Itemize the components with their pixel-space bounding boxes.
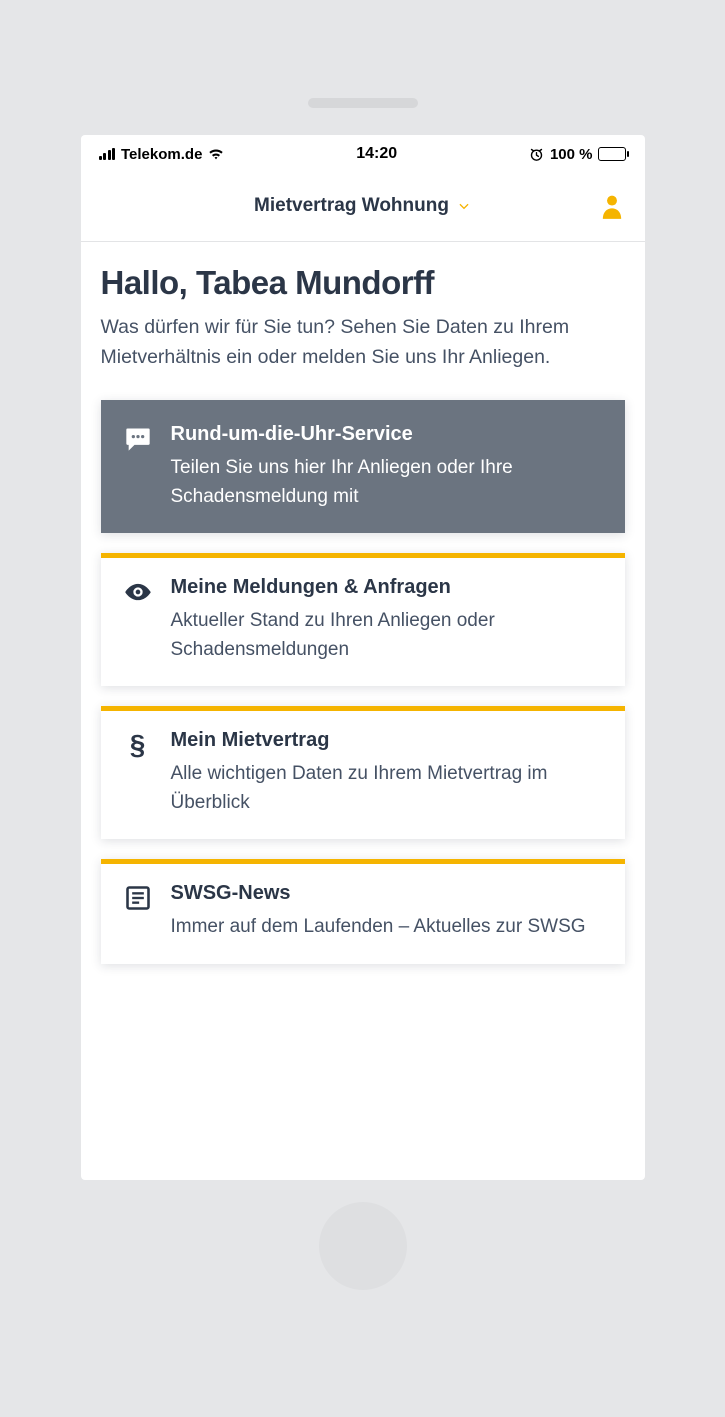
chat-icon [121,423,155,511]
home-button[interactable] [319,1202,407,1290]
cards-list: Rund-um-die-Uhr-Service Teilen Sie uns h… [101,400,625,964]
carrier-label: Telekom.de [121,146,202,163]
greeting-title: Hallo, Tabea Mundorff [101,264,625,302]
eye-icon [121,576,155,664]
screen: Telekom.de 14:20 100 % Mietvertrag Wohnu… [81,135,645,1180]
card-contract[interactable]: § Mein Mietvertrag Alle wichtigen Daten … [101,706,625,839]
status-right: 100 % [529,146,627,163]
battery-icon [598,147,626,161]
card-desc: Teilen Sie uns hier Ihr Anliegen oder Ih… [171,454,605,511]
header-title: Mietvertrag Wohnung [254,195,449,217]
status-bar: Telekom.de 14:20 100 % [81,135,645,173]
section-icon: § [121,729,155,817]
profile-icon[interactable] [601,194,623,220]
signal-icon [99,148,116,160]
battery-percent: 100 % [550,146,593,163]
card-title: Mein Mietvertrag [171,729,605,752]
status-left: Telekom.de [99,146,225,163]
card-desc: Alle wichtigen Daten zu Ihrem Mietvertra… [171,760,605,817]
card-title: SWSG-News [171,882,605,905]
card-title: Meine Meldungen & Anfragen [171,576,605,599]
card-service[interactable]: Rund-um-die-Uhr-Service Teilen Sie uns h… [101,400,625,533]
phone-frame: Telekom.de 14:20 100 % Mietvertrag Wohnu… [53,40,673,1320]
status-time: 14:20 [356,145,397,163]
card-desc: Aktueller Stand zu Ihren Anliegen oder S… [171,607,605,664]
chevron-down-icon [457,199,471,213]
content: Hallo, Tabea Mundorff Was dürfen wir für… [81,242,645,1180]
header-dropdown[interactable]: Mietvertrag Wohnung [254,195,471,217]
app-header: Mietvertrag Wohnung [81,173,645,242]
alarm-icon [529,147,544,162]
card-messages[interactable]: Meine Meldungen & Anfragen Aktueller Sta… [101,553,625,686]
wifi-icon [208,148,224,160]
greeting-subtitle: Was dürfen wir für Sie tun? Sehen Sie Da… [101,312,625,372]
news-icon [121,882,155,942]
card-title: Rund-um-die-Uhr-Service [171,423,605,446]
card-news[interactable]: SWSG-News Immer auf dem Laufenden – Aktu… [101,859,625,964]
card-desc: Immer auf dem Laufenden – Aktuelles zur … [171,913,605,942]
phone-speaker [308,98,418,108]
